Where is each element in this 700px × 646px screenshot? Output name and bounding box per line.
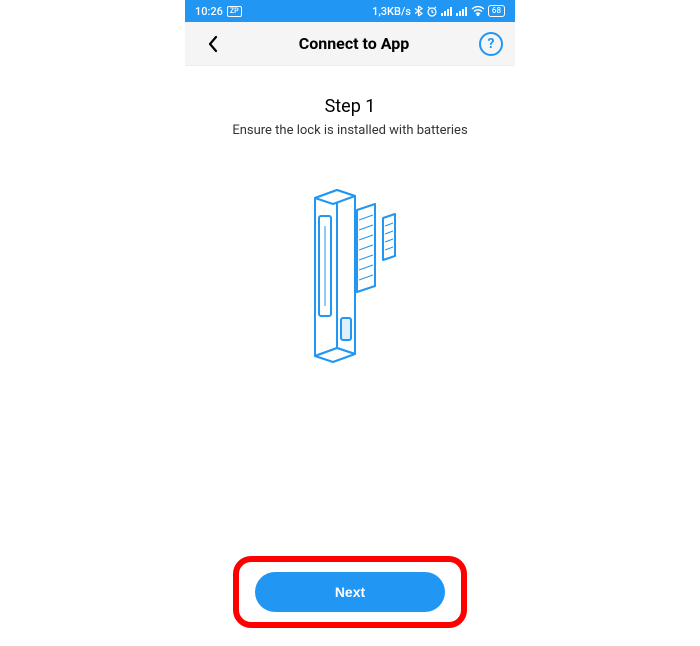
signal-icon-2 — [456, 6, 468, 16]
help-icon: ? — [488, 36, 495, 52]
data-rate: 1,3KB/s — [372, 5, 411, 18]
status-left: 10:26 ZP — [195, 5, 242, 18]
status-time: 10:26 — [195, 5, 223, 18]
next-button[interactable]: Next — [255, 572, 445, 612]
next-button-highlight: Next — [233, 556, 467, 628]
phone-screen: 10:26 ZP 1,3KB/s — [185, 0, 515, 646]
status-right: 1,3KB/s — [372, 5, 505, 18]
wifi-icon — [471, 6, 485, 16]
alarm-icon — [426, 5, 438, 17]
status-bar: 10:26 ZP 1,3KB/s — [185, 0, 515, 22]
step-description: Ensure the lock is installed with batter… — [232, 123, 467, 138]
back-button[interactable] — [197, 28, 229, 60]
chevron-left-icon — [207, 35, 219, 53]
signal-icon — [441, 6, 453, 16]
lock-illustration — [275, 178, 425, 378]
help-button[interactable]: ? — [479, 32, 503, 56]
bluetooth-icon — [414, 5, 423, 17]
battery-icon: 68 — [488, 5, 505, 17]
zp-badge: ZP — [227, 6, 242, 17]
nav-bar: Connect to App ? — [185, 22, 515, 66]
page-title: Connect to App — [299, 34, 410, 53]
step-title: Step 1 — [325, 96, 376, 117]
